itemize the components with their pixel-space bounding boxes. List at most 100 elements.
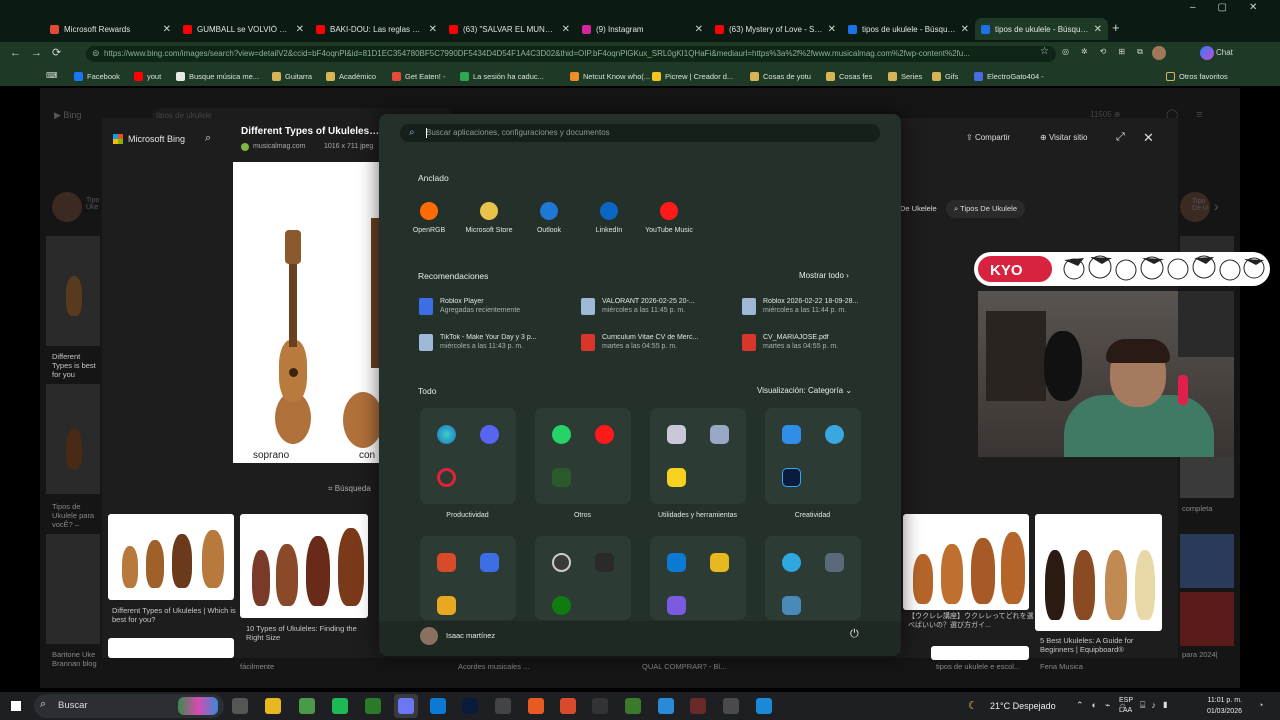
opera-icon[interactable] — [437, 468, 456, 487]
accessibility-icon[interactable] — [782, 553, 801, 572]
related-chip-avatar[interactable] — [52, 192, 82, 222]
git-icon[interactable] — [710, 553, 729, 572]
visit-site-button[interactable]: ⊕ Visitar sitio — [1040, 133, 1087, 142]
main-image[interactable]: soprano con — [233, 162, 383, 463]
bing-brand[interactable]: Microsoft Bing — [128, 134, 185, 144]
brave-icon[interactable] — [528, 698, 544, 714]
edge-icon[interactable] — [756, 698, 772, 714]
star-icon[interactable]: ☆ — [1040, 46, 1049, 57]
window-controls[interactable]: –▢✕ — [1190, 2, 1279, 13]
recommendation-item[interactable]: Roblox Player Agregadas recientemente — [419, 298, 560, 315]
youtube-music-icon[interactable] — [595, 425, 614, 444]
taskbar-search[interactable]: ⌕ Buscar — [34, 694, 224, 718]
close-tab-icon[interactable]: ✕ — [429, 24, 437, 35]
bookmark[interactable]: yout — [134, 70, 161, 82]
related-chip-partial[interactable]: Tipo De U — [1192, 198, 1208, 212]
terminal-icon[interactable] — [723, 698, 739, 714]
close-tab-icon[interactable]: ✕ — [1094, 24, 1102, 35]
vegas-icon[interactable] — [690, 698, 706, 714]
xbox-icon[interactable] — [552, 596, 571, 615]
category-creatividad[interactable] — [765, 408, 861, 504]
user-avatar[interactable] — [420, 627, 438, 645]
weather-moon-icon[interactable]: ☾ — [968, 699, 978, 712]
category-group-8[interactable] — [765, 536, 861, 620]
epic-games-icon[interactable] — [595, 553, 614, 572]
profile-avatar[interactable] — [1152, 46, 1166, 60]
thumb-right-3[interactable] — [1180, 592, 1234, 646]
thumb-result-6[interactable] — [931, 646, 1029, 660]
thumb-right-1[interactable] — [1180, 454, 1234, 498]
clock-date[interactable]: 01/03/2026 — [1200, 708, 1242, 715]
category-group-7[interactable] — [650, 536, 746, 620]
photoshop-icon[interactable] — [462, 698, 478, 714]
epic-games-icon[interactable] — [592, 698, 608, 714]
category-utilidades[interactable] — [650, 408, 746, 504]
browser-tab[interactable]: (9) Instagram ✕ — [576, 18, 709, 40]
browser-tab[interactable]: Microsoft Rewards ✕ — [44, 18, 177, 40]
thumb-right-top[interactable] — [1180, 236, 1234, 252]
photos-icon[interactable] — [782, 425, 801, 444]
toolbar-icons[interactable]: ◎✲⟲⊞⧉ — [1062, 47, 1155, 57]
media-player-icon[interactable] — [552, 553, 571, 572]
minecraft-launcher-icon[interactable] — [552, 468, 571, 487]
other-bookmarks[interactable]: Otros favoritos — [1166, 70, 1228, 82]
start-search-input[interactable]: Buscar aplicaciones, configuraciones y d… — [400, 124, 880, 142]
thumb-right-2[interactable] — [1180, 534, 1234, 588]
address-bar[interactable]: https://www.bing.com/images/search?view=… — [86, 46, 1056, 62]
maps-icon[interactable] — [825, 425, 844, 444]
bookmark[interactable]: Netcut Know who(... — [570, 70, 650, 82]
edge-icon[interactable] — [437, 425, 456, 444]
vscode-icon[interactable] — [667, 553, 686, 572]
thumb-left-1[interactable] — [46, 236, 100, 346]
weather[interactable]: 21°C Despejado — [990, 701, 1056, 711]
bookmark[interactable]: Académico — [326, 70, 376, 82]
close-tab-icon[interactable]: ✕ — [163, 24, 171, 35]
related-chip-tipos[interactable]: ⌕ Tipos De Ukulele — [946, 200, 1025, 218]
lang-2[interactable]: LAA — [1119, 707, 1132, 714]
power-icon[interactable]: ⏻ — [850, 628, 859, 641]
thumb-result-1[interactable] — [108, 514, 234, 600]
close-tab-icon[interactable]: ✕ — [296, 24, 304, 35]
bookmark[interactable]: Guitarra — [272, 70, 312, 82]
thumb-result-3[interactable] — [108, 638, 234, 658]
thumb-left-3[interactable] — [46, 534, 100, 644]
browser-tab[interactable]: tipos de ukulele - Búsqueda ✕ — [842, 18, 975, 40]
user-name[interactable]: Isaac martínez — [446, 631, 495, 640]
bookmark[interactable]: La sesión ha caduc... — [460, 70, 544, 82]
thumb-result-5[interactable] — [1035, 514, 1162, 631]
xbox-game-bar-icon[interactable] — [365, 698, 381, 714]
spotify-icon[interactable] — [332, 698, 348, 714]
recommendation-item[interactable]: CV_MARIAJOSE.pdf martes a las 04:55 p. m. — [742, 334, 883, 351]
category-productividad[interactable] — [420, 408, 516, 504]
sticky-notes-icon[interactable] — [667, 468, 686, 487]
close-icon[interactable]: ✕ — [1143, 130, 1154, 146]
related-chip-partial[interactable]: Tipo Uke — [86, 197, 99, 211]
view-mode-button[interactable]: Visualización: Categoría ⌄ — [757, 386, 852, 395]
lang-1[interactable]: ESP — [1119, 697, 1133, 704]
thumb-result-4[interactable] — [903, 514, 1029, 610]
bookmark[interactable]: Facebook — [74, 70, 120, 82]
pinned-app[interactable]: YouTube Music — [634, 202, 704, 234]
task-view-icon[interactable] — [232, 698, 248, 714]
chrome-alt-icon[interactable] — [560, 698, 576, 714]
bookmark[interactable]: Picrew | Creador d... — [652, 70, 733, 82]
thumb-result-2[interactable] — [240, 514, 368, 618]
copilot-label[interactable]: Chat — [1216, 48, 1233, 57]
bookmark[interactable]: Get Eaten! - — [392, 70, 445, 82]
file-explorer-icon[interactable] — [265, 698, 281, 714]
close-tab-icon[interactable]: ✕ — [562, 24, 570, 35]
recommendation-item[interactable]: TikTok - Make Your Day y 3 p... miércoles… — [419, 334, 560, 351]
close-tab-icon[interactable]: ✕ — [828, 24, 836, 35]
minecraft-icon[interactable] — [625, 698, 641, 714]
expand-icon[interactable]: ⤢ — [1116, 131, 1125, 144]
clock-time[interactable]: 11:01 p. m. — [1200, 697, 1242, 704]
browser-tab[interactable]: BAKI-DOU: Las reglas del comb ✕ — [310, 18, 443, 40]
category-group-5[interactable] — [420, 536, 516, 620]
browser-tab[interactable]: (63) "SALVAR EL MUNDO... D ✕ — [443, 18, 576, 40]
app-icon[interactable] — [667, 596, 686, 615]
bookmark[interactable]: Gifs — [932, 70, 958, 82]
rockstar-icon[interactable] — [437, 596, 456, 615]
category-group-6[interactable] — [535, 536, 631, 620]
bookmark[interactable]: ElectroGato404 - — [974, 70, 1044, 82]
recommendation-item[interactable]: VALORANT 2026-02-25 20-... miércoles a la… — [581, 298, 722, 315]
